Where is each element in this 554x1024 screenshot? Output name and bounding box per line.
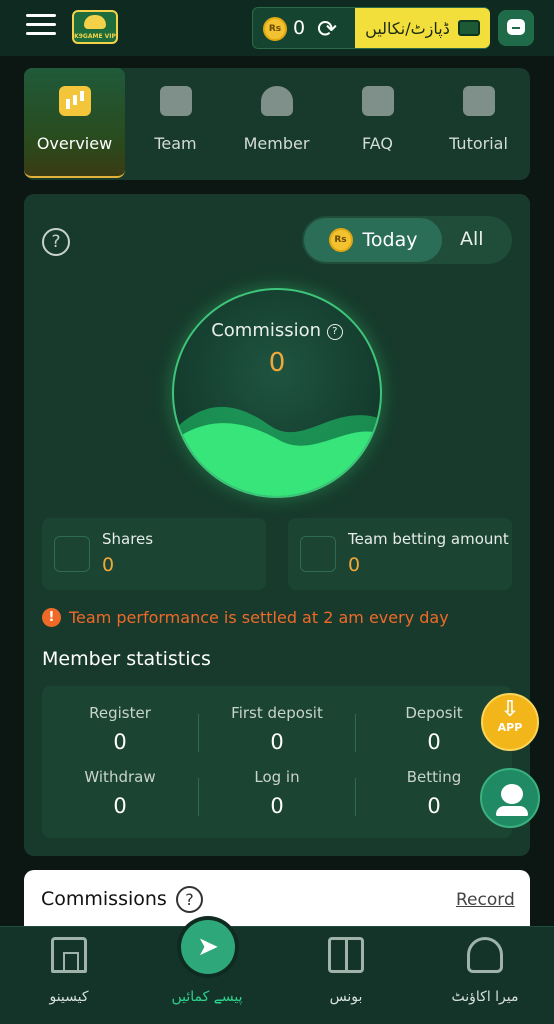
rupee-coin-icon: Rs [263, 17, 287, 41]
brand-logo[interactable]: K9GAME VIP [72, 10, 118, 44]
tutorial-icon [463, 86, 495, 116]
logo-text: K9GAME VIP [74, 33, 116, 40]
nav-account[interactable]: میرا اکاؤنٹ [416, 927, 554, 1024]
stat-login: Log in 0 [199, 768, 355, 818]
commission-label-row: Commission ? [174, 320, 380, 341]
casino-home-icon [51, 937, 87, 973]
tab-member[interactable]: Member [226, 68, 327, 176]
bar-chart-icon [59, 86, 91, 116]
shares-label: Shares [102, 530, 154, 548]
deposit-withdraw-button[interactable]: ڈپازٹ/نکالیں [355, 8, 490, 48]
toggle-today[interactable]: Rs Today [304, 218, 442, 262]
shares-box: Shares 0 [42, 518, 266, 590]
overview-card: ? Rs Today All Commission ? 0 Shares 0 T… [24, 194, 530, 856]
stat-value: 0 [270, 730, 284, 754]
nav-casino[interactable]: کیسینو [0, 927, 138, 1024]
account-icon [467, 937, 503, 973]
deposit-label: ڈپازٹ/نکالیں [365, 18, 450, 38]
team-betting-value: 0 [348, 554, 361, 576]
nav-label: پیسے کمائیں [171, 989, 243, 1005]
tab-overview[interactable]: Overview [24, 68, 125, 178]
nav-bonus[interactable]: بونس [277, 927, 415, 1024]
paper-plane-icon: ➤ [181, 920, 235, 974]
chat-bubble-icon [507, 19, 525, 35]
stat-withdraw: Withdraw 0 [42, 768, 198, 818]
tab-faq[interactable]: FAQ [327, 68, 428, 176]
stat-register: Register 0 [42, 704, 198, 754]
toggle-today-label: Today [362, 229, 418, 251]
team-betting-box: Team betting amount 0 [288, 518, 512, 590]
divider [198, 714, 199, 752]
download-icon: ⇩ [500, 697, 520, 722]
tab-team[interactable]: Team [125, 68, 226, 176]
stat-label: Register [89, 704, 151, 722]
divider [355, 778, 356, 816]
tab-label: Member [243, 134, 310, 153]
member-stats-title: Member statistics [42, 648, 211, 670]
support-agent-body [496, 806, 528, 816]
download-app-button[interactable]: ⇩ APP [481, 693, 539, 751]
commissions-help-icon[interactable]: ? [176, 886, 203, 913]
stat-value: 0 [113, 794, 127, 818]
stat-label: Withdraw [84, 768, 156, 786]
shares-value: 0 [102, 554, 115, 576]
toggle-all[interactable]: All [460, 228, 484, 250]
team-betting-label: Team betting amount [348, 530, 509, 548]
record-link[interactable]: Record [456, 890, 515, 910]
members-icon [261, 86, 293, 116]
stat-value: 0 [113, 730, 127, 754]
tab-label: FAQ [362, 134, 393, 153]
notice-text: Team performance is settled at 2 am ever… [69, 608, 449, 627]
bottom-nav: کیسینو پیسے کمائیں بونس میرا اکاؤنٹ [0, 926, 554, 1024]
commissions-title: Commissions [41, 888, 167, 910]
divider [198, 778, 199, 816]
tab-label: Overview [36, 134, 113, 153]
stat-value: 0 [270, 794, 284, 818]
tab-tutorial[interactable]: Tutorial [428, 68, 529, 176]
rupee-coin-icon: Rs [328, 228, 353, 252]
wave-graphic [174, 406, 380, 496]
tab-label: Tutorial [449, 134, 508, 153]
refresh-icon[interactable]: ⟳ [317, 15, 337, 43]
divider [355, 714, 356, 752]
app-label: APP [497, 721, 523, 734]
support-agent-icon [501, 784, 523, 804]
top-header: K9GAME VIP Rs 0 ⟳ ڈپازٹ/نکالیں [0, 0, 554, 56]
faq-icon [362, 86, 394, 116]
nav-label: کیسینو [49, 989, 89, 1005]
stat-label: First deposit [231, 704, 323, 722]
commission-value: 0 [268, 348, 286, 378]
share-icon [54, 536, 90, 572]
nav-label: بونس [329, 989, 363, 1005]
hamburger-menu-icon[interactable] [26, 14, 56, 40]
member-stats-grid: Register 0 First deposit 0 Deposit 0 Wit… [42, 686, 512, 838]
user-icon [300, 536, 336, 572]
settlement-notice: ! Team performance is settled at 2 am ev… [42, 608, 449, 627]
help-icon[interactable]: ? [42, 228, 70, 256]
commission-label: Commission [211, 320, 322, 341]
wallet-icon [457, 20, 480, 36]
stat-label: Log in [254, 768, 300, 786]
wallet-balance: 0 [293, 17, 306, 39]
chat-button[interactable] [498, 10, 534, 46]
stat-first-deposit: First deposit 0 [199, 704, 355, 754]
period-toggle: Rs Today All [302, 216, 512, 264]
wallet-bar: Rs 0 ⟳ ڈپازٹ/نکالیں [252, 7, 490, 49]
promotion-tabs: Overview Team Member FAQ Tutorial [24, 68, 530, 180]
tab-label: Team [154, 134, 197, 153]
nav-label: میرا اکاؤنٹ [451, 989, 519, 1005]
earn-money-fab[interactable]: ➤ [177, 916, 239, 978]
commission-orb: Commission ? 0 [172, 288, 382, 498]
commission-help-icon[interactable]: ? [326, 323, 343, 340]
crown-icon [160, 86, 192, 116]
gift-icon [328, 937, 364, 973]
customer-support-button[interactable] [480, 768, 540, 828]
warning-icon: ! [42, 608, 61, 627]
